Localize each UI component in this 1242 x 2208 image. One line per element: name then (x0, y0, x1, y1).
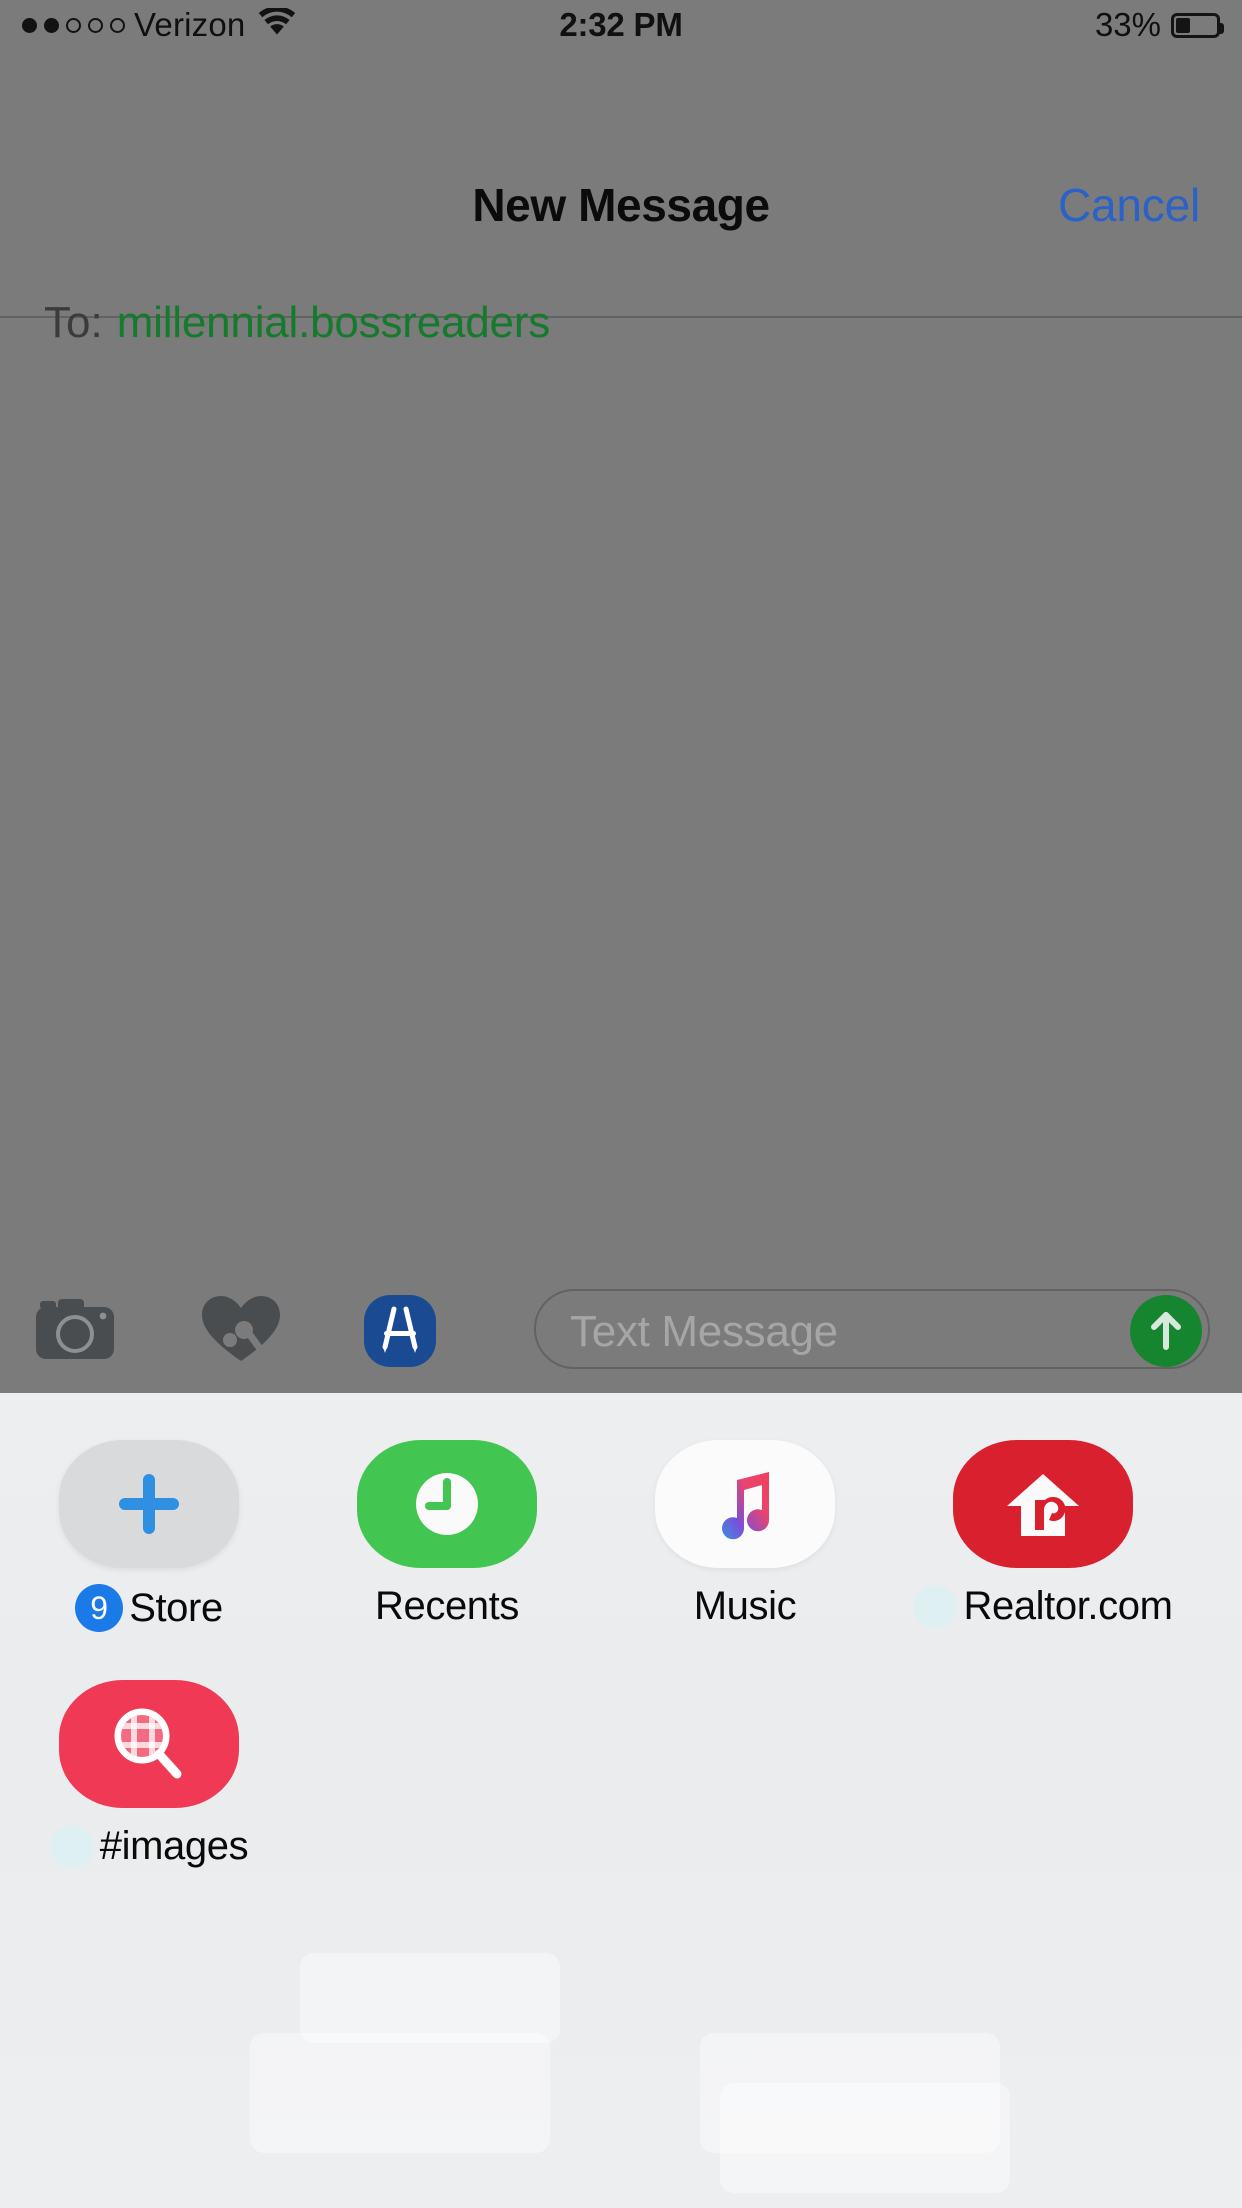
dimmed-message-app-overlay: Verizon 2:32 PM 33% New Message Cancel T… (0, 0, 1242, 1393)
app-item-images[interactable]: #images (0, 1633, 298, 1873)
app-label-row-images: #images (0, 1824, 298, 1869)
app-label-row-realtor: Realtor.com (894, 1584, 1192, 1629)
app-label-recents: Recents (375, 1584, 519, 1628)
magnifier-grid-icon[interactable] (59, 1680, 239, 1808)
app-label-images: #images (99, 1824, 249, 1868)
heart-hand-icon[interactable] (198, 1291, 284, 1367)
to-label: To: (44, 298, 103, 347)
status-bar-right: 33% (1094, 6, 1224, 44)
app-label-store: Store (129, 1585, 223, 1630)
recipient-field-inner: To: millennial.bossreaders (44, 298, 550, 348)
app-label-music: Music (693, 1584, 797, 1628)
app-store-icon[interactable] (364, 1295, 436, 1367)
app-label-row-music: Music (596, 1584, 894, 1629)
app-item-recents[interactable]: Recents (298, 1393, 596, 1633)
recipient-field-row[interactable]: To: millennial.bossreaders (0, 258, 1242, 645)
keyboard-ghost-1 (250, 2033, 550, 2153)
message-input-toolbar: Text Message (0, 1263, 1242, 1393)
navigation-bar: New Message Cancel (0, 60, 1242, 318)
app-item-realtor[interactable]: Realtor.com (894, 1393, 1192, 1633)
house-r-icon[interactable] (953, 1440, 1133, 1568)
app-label-realtor: Realtor.com (963, 1584, 1173, 1628)
battery-fill (1176, 17, 1191, 33)
clock-icon[interactable] (357, 1440, 537, 1568)
battery-percent: 33% (1094, 6, 1161, 43)
app-label-row-recents: Recents (298, 1584, 596, 1629)
page-title: New Message (472, 179, 770, 231)
message-input-field[interactable]: Text Message (534, 1289, 1210, 1369)
camera-icon[interactable] (32, 1291, 118, 1367)
battery-icon (1171, 12, 1224, 38)
send-button[interactable] (1130, 1295, 1202, 1367)
store-unread-badge: 9 (75, 1584, 124, 1632)
app-item-store[interactable]: 9 Store (0, 1393, 298, 1633)
battery-nub (1219, 22, 1224, 34)
keyboard-ghost-3 (300, 1953, 560, 2043)
message-input-placeholder: Text Message (570, 1307, 838, 1356)
imessage-app-drawer: 9 Store Recents Music Realtor.com #image… (0, 1393, 1242, 2208)
iphone-screen: Verizon 2:32 PM 33% New Message Cancel T… (0, 0, 1242, 2208)
status-bar: Verizon 2:32 PM 33% (0, 0, 1242, 60)
conversation-body (0, 387, 1242, 1263)
app-label-row-store: 9 Store (0, 1584, 298, 1632)
images-badge (49, 1824, 94, 1869)
plus-icon[interactable] (59, 1440, 239, 1568)
recipient-value[interactable]: millennial.bossreaders (117, 298, 551, 348)
realtor-badge (913, 1584, 958, 1629)
keyboard-ghost-4 (720, 2083, 1010, 2193)
status-bar-time: 2:32 PM (559, 6, 683, 43)
app-item-music[interactable]: Music (596, 1393, 894, 1633)
cancel-button[interactable]: Cancel (1058, 178, 1200, 232)
music-note-icon[interactable] (655, 1440, 835, 1568)
app-grid: 9 Store Recents Music Realtor.com #image… (0, 1393, 1242, 1873)
